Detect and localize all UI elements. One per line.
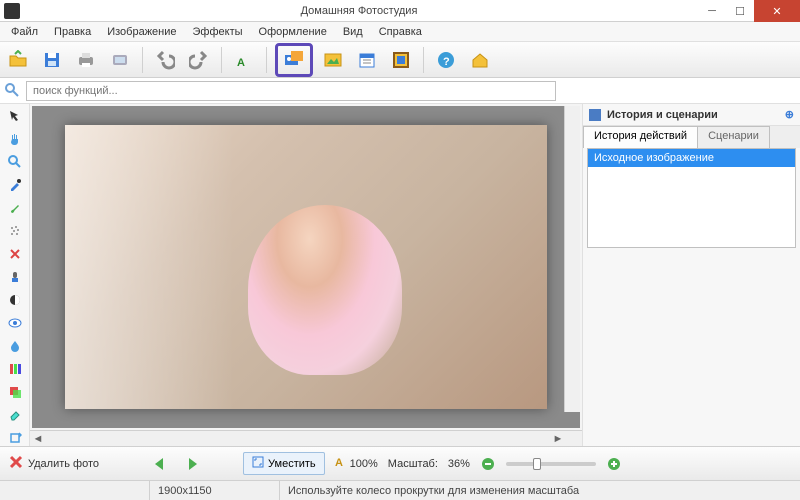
zoom-in-button[interactable] xyxy=(606,456,622,472)
status-dimensions: 1900x1150 xyxy=(150,481,280,500)
frames-icon[interactable] xyxy=(387,46,415,74)
status-hint: Используйте колесо прокрутки для изменен… xyxy=(280,481,800,500)
zoom-slider[interactable] xyxy=(506,462,596,466)
side-toolbar xyxy=(0,104,30,446)
canvas[interactable] xyxy=(32,106,580,428)
save-icon[interactable] xyxy=(38,46,66,74)
window-title: Домашняя Фотостудия xyxy=(20,5,698,17)
one-to-one-icon: A xyxy=(335,456,347,471)
delete-label: Удалить фото xyxy=(28,458,99,470)
history-list: Исходное изображение xyxy=(587,148,796,248)
statusbar: 1900x1150 Используйте колесо прокрутки д… xyxy=(0,480,800,500)
menu-help[interactable]: Справка xyxy=(372,24,429,40)
combine-images-icon[interactable] xyxy=(275,43,313,77)
menu-view[interactable]: Вид xyxy=(336,24,370,40)
hand-tool-icon[interactable] xyxy=(4,131,26,148)
svg-text:?: ? xyxy=(443,56,450,68)
status-empty xyxy=(0,481,150,500)
zoom-label: Масштаб: xyxy=(388,458,438,470)
menu-edit[interactable]: Правка xyxy=(47,24,98,40)
photo-preview xyxy=(65,125,547,408)
fit-icon xyxy=(252,456,264,471)
titlebar: Домашняя Фотостудия ─ ☐ ✕ xyxy=(0,0,800,22)
undo-icon[interactable] xyxy=(151,46,179,74)
rotate-tool-icon[interactable] xyxy=(4,429,26,446)
airbrush-tool-icon[interactable] xyxy=(4,223,26,240)
zoom-tool-icon[interactable] xyxy=(4,154,26,171)
scan-icon[interactable] xyxy=(106,46,134,74)
zoom-value: 36% xyxy=(448,458,470,470)
menu-design[interactable]: Оформление xyxy=(252,24,334,40)
next-image-button[interactable] xyxy=(181,453,203,475)
menubar: Файл Правка Изображение Эффекты Оформлен… xyxy=(0,22,800,42)
photo-subject xyxy=(248,205,402,375)
history-item[interactable]: Исходное изображение xyxy=(588,149,795,167)
fit-label: Уместить xyxy=(268,458,316,470)
search-input[interactable] xyxy=(26,81,556,101)
eraser-tool-icon[interactable] xyxy=(4,406,26,423)
prev-image-button[interactable] xyxy=(149,453,171,475)
pointer-tool-icon[interactable] xyxy=(4,108,26,125)
canvas-container: ◄ ► xyxy=(30,104,582,446)
home-icon[interactable] xyxy=(466,46,494,74)
collapse-icon[interactable]: ⊕ xyxy=(785,108,794,121)
open-folder-icon[interactable] xyxy=(4,46,32,74)
stamp-tool-icon[interactable] xyxy=(4,269,26,286)
one-to-one-label: 100% xyxy=(350,458,378,470)
image-icon[interactable] xyxy=(319,46,347,74)
redo-icon[interactable] xyxy=(185,46,213,74)
searchbar xyxy=(0,78,800,104)
tab-scenarios[interactable]: Сценарии xyxy=(697,126,770,148)
redeye-tool-icon[interactable] xyxy=(4,314,26,331)
close-button[interactable]: ✕ xyxy=(754,0,800,22)
minimize-button[interactable]: ─ xyxy=(698,0,726,22)
menu-image[interactable]: Изображение xyxy=(100,24,183,40)
delete-photo-button[interactable]: Удалить фото xyxy=(8,454,99,473)
layers-tool-icon[interactable] xyxy=(4,383,26,400)
scroll-left-icon[interactable]: ◄ xyxy=(30,431,46,447)
toolbar-separator xyxy=(423,47,424,73)
help-icon[interactable]: ? xyxy=(432,46,460,74)
menu-file[interactable]: Файл xyxy=(4,24,45,40)
right-panel: История и сценарии ⊕ История действий Сц… xyxy=(582,104,800,446)
calendar-icon[interactable] xyxy=(353,46,381,74)
svg-text:A: A xyxy=(335,457,343,468)
toolbar-separator xyxy=(142,47,143,73)
panel-header: История и сценарии ⊕ xyxy=(583,104,800,126)
delete-icon xyxy=(8,454,24,473)
panel-tabs: История действий Сценарии xyxy=(583,126,800,148)
menu-effects[interactable]: Эффекты xyxy=(186,24,250,40)
main-toolbar: A ? xyxy=(0,42,800,78)
toolbar-separator xyxy=(266,47,267,73)
scroll-right-icon[interactable]: ► xyxy=(550,431,566,447)
workarea: ◄ ► История и сценарии ⊕ История действи… xyxy=(0,104,800,446)
print-icon[interactable] xyxy=(72,46,100,74)
zoom-slider-thumb[interactable] xyxy=(533,458,541,470)
vertical-scrollbar[interactable] xyxy=(564,106,580,412)
tab-history[interactable]: История действий xyxy=(583,126,698,148)
horizontal-scrollbar[interactable]: ◄ ► xyxy=(30,430,582,446)
channels-tool-icon[interactable] xyxy=(4,360,26,377)
healing-tool-icon[interactable] xyxy=(4,246,26,263)
bottombar: Удалить фото Уместить A 100% Масштаб: 36… xyxy=(0,446,800,480)
blur-tool-icon[interactable] xyxy=(4,337,26,354)
contrast-tool-icon[interactable] xyxy=(4,292,26,309)
brush-tool-icon[interactable] xyxy=(4,200,26,217)
one-to-one-button[interactable]: A 100% xyxy=(335,456,378,471)
maximize-button[interactable]: ☐ xyxy=(726,0,754,22)
text-icon[interactable]: A xyxy=(230,46,258,74)
panel-icon xyxy=(589,109,601,121)
zoom-out-button[interactable] xyxy=(480,456,496,472)
app-icon xyxy=(4,3,20,19)
svg-text:A: A xyxy=(237,57,245,69)
panel-title: История и сценарии xyxy=(607,109,718,121)
color-picker-tool-icon[interactable] xyxy=(4,177,26,194)
window-controls: ─ ☐ ✕ xyxy=(698,0,800,21)
toolbar-separator xyxy=(221,47,222,73)
fit-button[interactable]: Уместить xyxy=(243,452,325,475)
search-icon xyxy=(4,82,22,100)
